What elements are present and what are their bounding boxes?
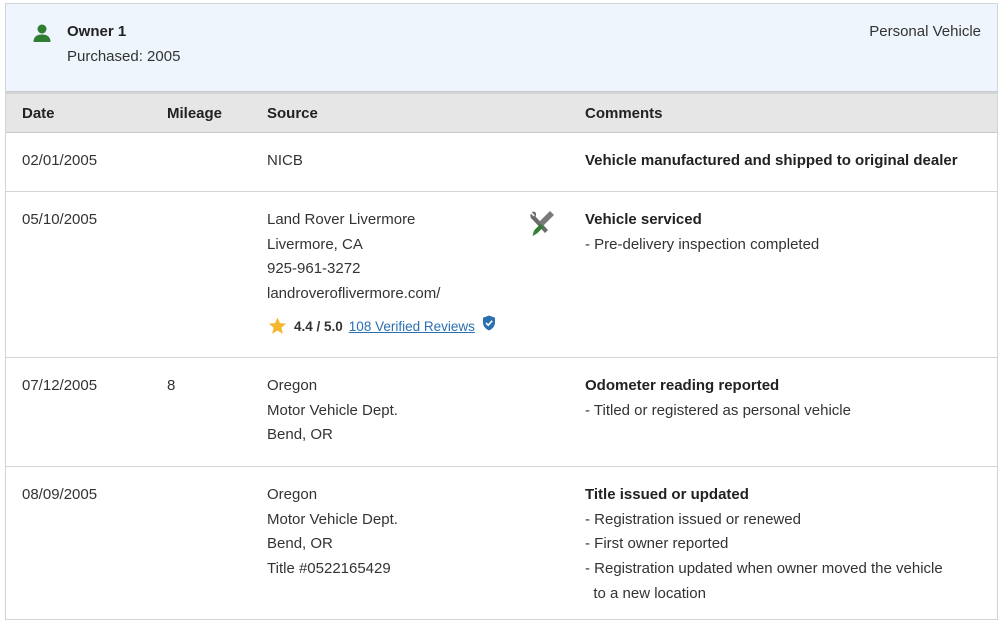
owner-history-card: Owner 1 Purchased: 2005 Personal Vehicle… <box>5 3 998 620</box>
row-source: NICB <box>267 149 303 174</box>
comment-title: Vehicle serviced <box>585 211 702 228</box>
row-comments: Vehicle manufactured and shipped to orig… <box>585 149 958 174</box>
owner-type: Personal Vehicle <box>869 23 981 40</box>
table-row: 07/12/2005 8 Oregon Motor Vehicle Dept. … <box>6 358 997 467</box>
owner-name: Owner 1 <box>67 23 127 40</box>
source-line: landroveroflivermore.com/ <box>267 285 441 303</box>
row-date: 05/10/2005 <box>22 211 98 228</box>
source-line: Title #0522165429 <box>267 560 391 578</box>
comment-title: Title issued or updated <box>585 486 749 503</box>
row-source: Land Rover Livermore Livermore, CA 925-9… <box>267 208 440 307</box>
source-line: Land Rover Livermore <box>267 211 416 228</box>
owner-purchased: Purchased: 2005 <box>67 48 181 65</box>
rating-score: 4.4 / 5.0 <box>294 318 343 334</box>
dealer-rating: 4.4 / 5.0 108 Verified Reviews <box>267 315 496 336</box>
header-mileage: Mileage <box>167 105 223 122</box>
star-icon <box>268 317 287 334</box>
row-source: Oregon Motor Vehicle Dept. Bend, OR Titl… <box>267 483 398 582</box>
comment-title: Vehicle manufactured and shipped to orig… <box>585 152 958 169</box>
verified-shield-icon <box>482 315 495 331</box>
row-source: Oregon Motor Vehicle Dept. Bend, OR <box>267 374 398 448</box>
header-date: Date <box>22 105 55 122</box>
row-date: 02/01/2005 <box>22 152 98 169</box>
row-comments: Odometer reading reported - Titled or re… <box>585 374 851 423</box>
comment-item: - Pre-delivery inspection completed <box>585 235 820 253</box>
row-date: 07/12/2005 <box>22 377 98 394</box>
row-date: 08/09/2005 <box>22 486 98 503</box>
row-comments: Vehicle serviced - Pre-delivery inspecti… <box>585 208 819 257</box>
source-line: Motor Vehicle Dept. <box>267 510 398 528</box>
table-row: 05/10/2005 Land Rover Livermore Livermor… <box>6 192 997 358</box>
table-row: 08/09/2005 Oregon Motor Vehicle Dept. Be… <box>6 467 997 619</box>
comment-item: - First owner reported <box>585 535 729 553</box>
person-icon <box>33 24 51 42</box>
row-comments: Title issued or updated - Registration i… <box>585 483 943 607</box>
table-row: 02/01/2005 NICB Vehicle manufactured and… <box>6 133 997 192</box>
row-mileage: 8 <box>167 377 176 394</box>
table-header: Date Mileage Source Comments <box>6 92 997 133</box>
source-line: 925-961-3272 <box>267 260 361 278</box>
header-comments: Comments <box>585 105 663 122</box>
source-line: Bend, OR <box>267 426 333 444</box>
source-line: NICB <box>267 152 303 169</box>
comment-item: - Registration updated when owner moved … <box>585 560 943 578</box>
comment-item: - Registration issued or renewed <box>585 510 801 528</box>
owner-header: Owner 1 Purchased: 2005 Personal Vehicle <box>6 4 997 92</box>
source-line: Oregon <box>267 377 318 394</box>
comment-title: Odometer reading reported <box>585 377 780 394</box>
comment-item: - Titled or registered as personal vehic… <box>585 401 851 419</box>
source-line: Oregon <box>267 486 318 503</box>
source-line: Motor Vehicle Dept. <box>267 401 398 419</box>
source-line: Bend, OR <box>267 535 333 553</box>
source-line: Livermore, CA <box>267 235 363 253</box>
header-source: Source <box>267 105 318 122</box>
verified-reviews-link[interactable]: 108 Verified Reviews <box>349 319 475 334</box>
wrench-screwdriver-icon <box>530 211 554 236</box>
comment-item: to a new location <box>585 584 706 602</box>
